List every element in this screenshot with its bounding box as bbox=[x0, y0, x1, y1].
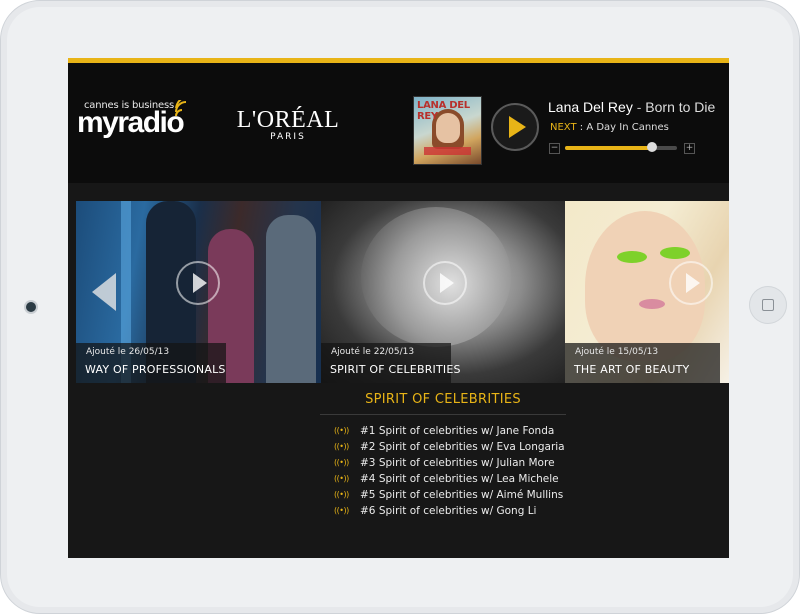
broadcast-icon: ((•)) bbox=[334, 474, 349, 483]
card-title: THE ART OF BEAUTY bbox=[574, 363, 690, 376]
broadcast-icon: ((•)) bbox=[334, 442, 349, 451]
playlist-title: SPIRIT OF CELEBRITIES bbox=[365, 392, 521, 407]
radio-waves-icon bbox=[175, 100, 187, 117]
now-playing-artist: Lana Del Rey bbox=[548, 99, 633, 115]
play-button[interactable] bbox=[491, 103, 539, 151]
myradio-logo[interactable]: cannes is business myradio bbox=[76, 100, 196, 150]
card-date: Ajouté le 22/05/13 bbox=[331, 347, 415, 357]
card-art bbox=[660, 247, 690, 259]
now-playing-separator: - bbox=[632, 99, 646, 115]
now-playing-song: Born to Die bbox=[645, 99, 716, 115]
card-way-of-professionals[interactable]: Ajouté le 26/05/13 WAY OF PROFESSIONALS bbox=[76, 201, 321, 383]
card-caption: Ajouté le 22/05/13 SPIRIT OF CELEBRITIES bbox=[321, 343, 460, 383]
episode-carousel: Ajouté le 26/05/13 WAY OF PROFESSIONALS … bbox=[76, 201, 729, 383]
loreal-logo[interactable]: L'ORÉAL PARIS bbox=[228, 108, 348, 148]
broadcast-icon: ((•)) bbox=[334, 426, 349, 435]
playlist-item-label: #6 Spirit of celebrities w/ Gong Li bbox=[360, 505, 537, 517]
playlist: ((•)) #1 Spirit of celebrities w/ Jane Fo… bbox=[334, 425, 574, 521]
tablet-frame: cannes is business myradio L'ORÉAL PARIS… bbox=[0, 0, 800, 614]
card-date: Ajouté le 15/05/13 bbox=[575, 347, 659, 357]
card-play-button[interactable] bbox=[423, 261, 467, 305]
volume-down-button[interactable]: − bbox=[549, 143, 560, 154]
next-label: NEXT bbox=[550, 122, 577, 133]
volume-fill bbox=[565, 146, 653, 150]
now-playing: Lana Del Rey - Born to Die bbox=[548, 99, 715, 115]
card-caption: Ajouté le 15/05/13 THE ART OF BEAUTY bbox=[565, 343, 720, 383]
camera-icon bbox=[26, 302, 36, 312]
card-play-button[interactable] bbox=[669, 261, 713, 305]
volume-slider[interactable] bbox=[565, 142, 677, 152]
play-icon bbox=[440, 273, 454, 293]
album-art-band bbox=[424, 147, 471, 155]
card-spirit-of-celebrities[interactable]: Ajouté le 22/05/13 SPIRIT OF CELEBRITIES bbox=[321, 201, 565, 383]
playlist-item[interactable]: ((•)) #5 Spirit of celebrities w/ Aimé Mu… bbox=[334, 489, 574, 505]
card-art bbox=[639, 299, 665, 309]
loreal-subtitle: PARIS bbox=[270, 132, 306, 142]
loreal-wordmark: L'ORÉAL bbox=[236, 107, 340, 133]
next-title: A Day In Cannes bbox=[586, 122, 669, 133]
playlist-item-label: #4 Spirit of celebrities w/ Lea Michele bbox=[360, 473, 559, 485]
playlist-item-label: #1 Spirit of celebrities w/ Jane Fonda bbox=[360, 425, 555, 437]
broadcast-icon: ((•)) bbox=[334, 506, 349, 515]
playlist-item[interactable]: ((•)) #1 Spirit of celebrities w/ Jane Fo… bbox=[334, 425, 574, 441]
broadcast-icon: ((•)) bbox=[334, 458, 349, 467]
card-art-of-beauty[interactable]: Ajouté le 15/05/13 THE ART OF BEAUTY bbox=[565, 201, 729, 383]
playlist-item[interactable]: ((•)) #3 Spirit of celebrities w/ Julian … bbox=[334, 457, 574, 473]
next-separator: : bbox=[576, 122, 587, 133]
carousel-prev-arrow[interactable] bbox=[92, 273, 116, 311]
playlist-item[interactable]: ((•)) #2 Spirit of celebrities w/ Eva Lon… bbox=[334, 441, 574, 457]
album-cover: LANA DEL REY bbox=[413, 96, 482, 165]
playlist-divider bbox=[320, 414, 566, 415]
volume-up-button[interactable]: + bbox=[684, 143, 695, 154]
home-button[interactable] bbox=[749, 286, 787, 324]
header: cannes is business myradio L'ORÉAL PARIS… bbox=[68, 63, 729, 183]
album-cover-text: LANA DEL REY bbox=[417, 100, 470, 122]
myradio-wordmark: myradio bbox=[77, 106, 185, 139]
card-date: Ajouté le 26/05/13 bbox=[86, 347, 170, 357]
volume-knob[interactable] bbox=[647, 142, 658, 152]
playlist-item-label: #2 Spirit of celebrities w/ Eva Longaria bbox=[360, 441, 565, 453]
card-caption: Ajouté le 26/05/13 WAY OF PROFESSIONALS bbox=[76, 343, 226, 383]
playlist-item-label: #5 Spirit of celebrities w/ Aimé Mullins bbox=[360, 489, 564, 501]
home-square-icon bbox=[762, 299, 774, 311]
card-title: SPIRIT OF CELEBRITIES bbox=[330, 363, 461, 376]
play-icon bbox=[509, 116, 526, 138]
card-play-button[interactable] bbox=[176, 261, 220, 305]
playlist-item-label: #3 Spirit of celebrities w/ Julian More bbox=[360, 457, 555, 469]
broadcast-icon: ((•)) bbox=[334, 490, 349, 499]
next-track: NEXT : A Day In Cannes bbox=[550, 122, 669, 133]
card-title: WAY OF PROFESSIONALS bbox=[85, 363, 226, 376]
play-icon bbox=[686, 273, 700, 293]
card-art bbox=[617, 251, 647, 263]
play-icon bbox=[193, 273, 207, 293]
playlist-item[interactable]: ((•)) #6 Spirit of celebrities w/ Gong Li bbox=[334, 505, 574, 521]
card-art bbox=[266, 215, 316, 383]
playlist-item[interactable]: ((•)) #4 Spirit of celebrities w/ Lea Mic… bbox=[334, 473, 574, 489]
app-screen: cannes is business myradio L'ORÉAL PARIS… bbox=[68, 58, 729, 558]
